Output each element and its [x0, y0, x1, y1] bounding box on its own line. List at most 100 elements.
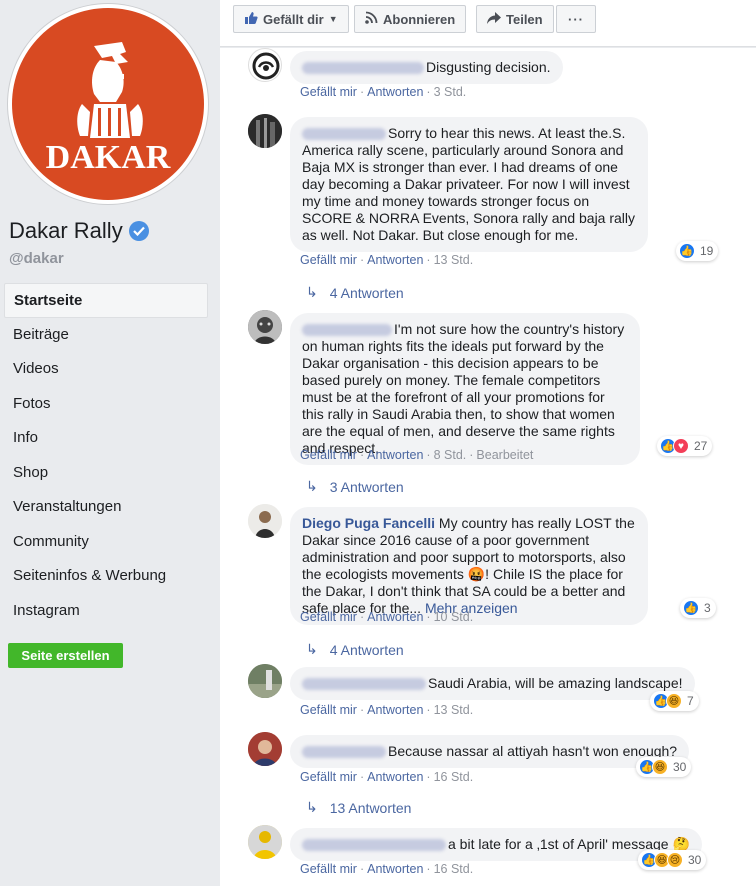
- view-replies-link[interactable]: ↳ 3 Antworten: [306, 478, 404, 495]
- haha-reaction-icon: 😆: [652, 759, 668, 775]
- page-action-bar: Gefällt dir ▼ Abonnieren Teilen ···: [220, 0, 756, 47]
- view-replies-link[interactable]: ↳ 4 Antworten: [306, 284, 404, 301]
- comment-text: Disgusting decision.: [426, 59, 551, 75]
- avatar[interactable]: [248, 310, 282, 344]
- avatar[interactable]: [248, 664, 282, 698]
- reply-arrow-icon: ↳: [306, 799, 318, 815]
- comment-like-link[interactable]: Gefällt mir: [300, 85, 357, 99]
- nav-item-veranstaltungen[interactable]: Veranstaltungen: [4, 490, 208, 525]
- comment-bubble: Because nassar al attiyah hasn't won eno…: [290, 735, 690, 768]
- reaction-count: 19: [700, 244, 714, 258]
- comment-meta: Gefällt mir · Antworten · 13 Std.: [300, 253, 474, 267]
- dakar-logo-text: DAKAR: [46, 139, 171, 176]
- nav-item-info[interactable]: Info: [4, 421, 208, 456]
- blurred-author-name: [302, 839, 446, 852]
- comment-author[interactable]: Diego Puga Fancelli: [302, 515, 435, 531]
- comment-like-link[interactable]: Gefällt mir: [300, 770, 357, 784]
- comment-reply-link[interactable]: Antworten: [367, 85, 423, 99]
- page-name-text[interactable]: Dakar Rally: [9, 218, 123, 244]
- comment-bubble: Diego Puga Fancelli My country has reall…: [290, 507, 648, 625]
- reaction-summary[interactable]: 👍 ♥ 27: [657, 436, 713, 456]
- nav-item-community[interactable]: Community: [4, 525, 208, 560]
- like-page-label: Gefällt dir: [263, 11, 324, 27]
- view-replies-link[interactable]: ↳ 4 Antworten: [306, 641, 404, 658]
- comment-timestamp[interactable]: 10 Std.: [434, 610, 474, 624]
- comment-meta: Gefällt mir · Antworten · 13 Std.: [300, 703, 474, 717]
- comment-like-link[interactable]: Gefällt mir: [300, 703, 357, 717]
- comment-reply-link[interactable]: Antworten: [367, 610, 423, 624]
- comment-timestamp[interactable]: 8 Std.: [434, 448, 467, 462]
- chevron-down-icon: ▼: [328, 14, 338, 24]
- comment-text: Saudi Arabia, will be amazing landscape!: [428, 675, 683, 691]
- comment-like-link[interactable]: Gefällt mir: [300, 448, 357, 462]
- replies-count[interactable]: 3 Antworten: [330, 479, 404, 495]
- comment-reply-link[interactable]: Antworten: [367, 253, 423, 267]
- comment-reply-link[interactable]: Antworten: [367, 862, 423, 876]
- reply-arrow-icon: ↳: [306, 641, 318, 657]
- blurred-author-name: [302, 678, 426, 691]
- haha-reaction-icon: 😆: [666, 693, 682, 709]
- comment-like-link[interactable]: Gefällt mir: [300, 253, 357, 267]
- blurred-author-name: [302, 62, 424, 75]
- subscribe-button[interactable]: Abonnieren: [354, 5, 467, 33]
- view-replies-link[interactable]: ↳ 13 Antworten: [306, 799, 411, 816]
- comment-reply-link[interactable]: Antworten: [367, 703, 423, 717]
- dakar-logo: DAKAR: [12, 8, 204, 200]
- comment-reply-link[interactable]: Antworten: [367, 448, 423, 462]
- avatar[interactable]: [248, 504, 282, 538]
- thumbs-up-icon: [244, 11, 258, 28]
- avatar[interactable]: [248, 48, 282, 82]
- reply-arrow-icon: ↳: [306, 284, 318, 300]
- comment-meta: Gefällt mir · Antworten · 16 Std.: [300, 770, 474, 784]
- nav-item-videos[interactable]: Videos: [4, 352, 208, 387]
- more-options-button[interactable]: ···: [556, 5, 596, 33]
- comment-bubble: I'm not sure how the country's history o…: [290, 313, 640, 465]
- comment-timestamp[interactable]: 16 Std.: [434, 862, 474, 876]
- comment-like-link[interactable]: Gefällt mir: [300, 610, 357, 624]
- comment-text: I'm not sure how the country's history o…: [302, 321, 625, 456]
- reply-arrow-icon: ↳: [306, 478, 318, 494]
- page-name[interactable]: Dakar Rally: [9, 218, 149, 244]
- nav-item-beitraege[interactable]: Beiträge: [4, 318, 208, 353]
- comment-reply-link[interactable]: Antworten: [367, 770, 423, 784]
- comment-text: Sorry to hear this news. At least the.S.…: [302, 125, 636, 243]
- comment-timestamp[interactable]: 13 Std.: [434, 253, 474, 267]
- nav-item-shop[interactable]: Shop: [4, 456, 208, 491]
- left-sidebar: DAKAR Dakar Rally @dakar Startseite Beit…: [0, 0, 220, 886]
- page-profile-picture[interactable]: DAKAR: [8, 4, 208, 204]
- comment-timestamp[interactable]: 3 Std.: [434, 85, 467, 99]
- share-button[interactable]: Teilen: [476, 5, 554, 33]
- comments-section: Disgusting decision. Gefällt mir · Antwort…: [220, 48, 756, 886]
- avatar[interactable]: [248, 732, 282, 766]
- like-page-button[interactable]: Gefällt dir ▼: [233, 5, 349, 33]
- reaction-summary[interactable]: 👍 3: [680, 598, 716, 618]
- nav-item-startseite[interactable]: Startseite: [4, 283, 208, 318]
- reaction-summary[interactable]: 👍 😆 30: [636, 757, 692, 777]
- nav-item-instagram[interactable]: Instagram: [4, 594, 208, 629]
- edited-label[interactable]: Bearbeitet: [476, 448, 533, 462]
- like-reaction-icon: 👍: [679, 243, 695, 259]
- subscribe-label: Abonnieren: [383, 11, 456, 27]
- create-page-button[interactable]: Seite erstellen: [8, 643, 123, 668]
- avatar[interactable]: [248, 114, 282, 148]
- reaction-summary[interactable]: 👍 😆 😢 30: [638, 850, 707, 870]
- replies-count[interactable]: 4 Antworten: [330, 642, 404, 658]
- comment-meta: Gefällt mir · Antworten · 8 Std. · Bearbeitet: [300, 448, 534, 462]
- page-nav: Startseite Beiträge Videos Fotos Info Sh…: [4, 283, 208, 628]
- comment-bubble: Sorry to hear this news. At least the.S.…: [290, 117, 648, 252]
- comment-like-link[interactable]: Gefällt mir: [300, 862, 357, 876]
- reaction-summary[interactable]: 👍 😆 7: [650, 691, 699, 711]
- comment-timestamp[interactable]: 16 Std.: [434, 770, 474, 784]
- verified-badge-icon: [128, 221, 149, 241]
- comment-timestamp[interactable]: 13 Std.: [434, 703, 474, 717]
- replies-count[interactable]: 13 Antworten: [330, 800, 412, 816]
- reaction-summary[interactable]: 👍 19: [676, 241, 719, 261]
- replies-count[interactable]: 4 Antworten: [330, 285, 404, 301]
- sad-reaction-icon: 😢: [667, 852, 683, 868]
- nav-item-fotos[interactable]: Fotos: [4, 387, 208, 422]
- share-arrow-icon: [487, 11, 501, 27]
- avatar[interactable]: [248, 825, 282, 859]
- nav-item-seiteninfos[interactable]: Seiteninfos & Werbung: [4, 559, 208, 594]
- more-options-icon: ···: [568, 11, 584, 27]
- page-handle[interactable]: @dakar: [9, 250, 64, 267]
